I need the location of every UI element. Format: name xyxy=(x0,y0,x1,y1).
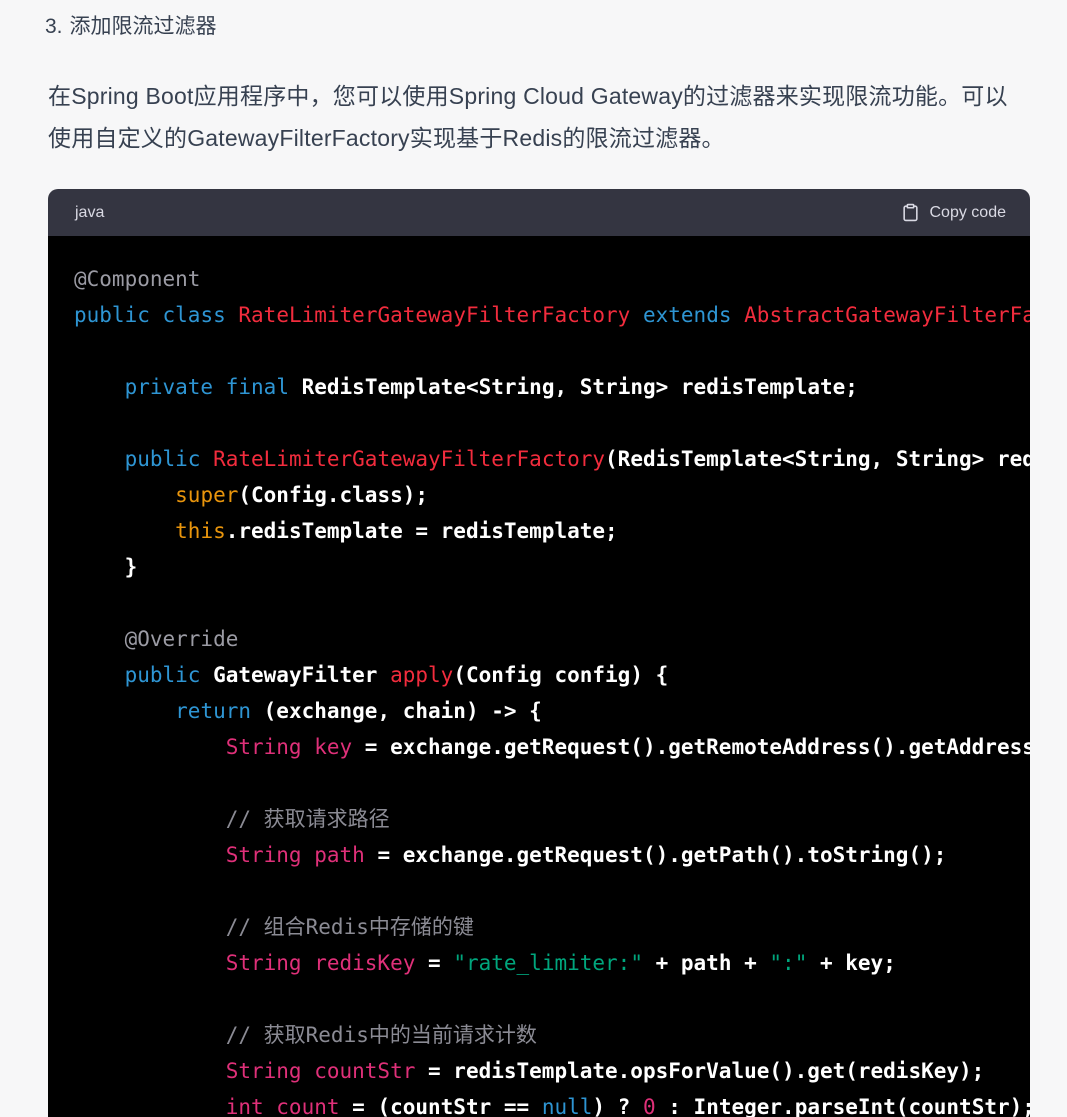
code-block-header: java Copy code xyxy=(48,189,1030,236)
code-content[interactable]: @Componentpublic class RateLimiterGatewa… xyxy=(48,236,1030,1117)
copy-code-label: Copy code xyxy=(930,204,1007,222)
code-line: @Component xyxy=(74,261,1030,297)
code-line: public GatewayFilter apply(Config config… xyxy=(74,657,1030,693)
code-line xyxy=(74,981,1030,1017)
code-line xyxy=(74,585,1030,621)
code-line: // 获取请求路径 xyxy=(74,801,1030,837)
code-block: java Copy code @Componentpublic class Ra… xyxy=(48,189,1030,1117)
heading-text: 添加限流过滤器 xyxy=(70,13,217,41)
code-line: int count = (countStr == null) ? 0 : Int… xyxy=(74,1089,1030,1117)
list-item-marker: 3. xyxy=(45,13,63,41)
code-line: // 获取Redis中的当前请求计数 xyxy=(74,1017,1030,1053)
code-language-label: java xyxy=(75,204,104,222)
list-item-heading: 3. 添加限流过滤器 xyxy=(45,13,1030,41)
code-line: String path = exchange.getRequest().getP… xyxy=(74,837,1030,873)
code-line: String countStr = redisTemplate.opsForVa… xyxy=(74,1053,1030,1089)
code-line: super(Config.class); xyxy=(74,477,1030,513)
code-line xyxy=(74,405,1030,441)
code-line: String key = exchange.getRequest().getRe… xyxy=(74,729,1030,765)
code-line: this.redisTemplate = redisTemplate; xyxy=(74,513,1030,549)
copy-code-button[interactable]: Copy code xyxy=(901,203,1007,222)
code-line xyxy=(74,765,1030,801)
code-line xyxy=(74,873,1030,909)
clipboard-icon xyxy=(901,203,920,222)
code-line: return (exchange, chain) -> { xyxy=(74,693,1030,729)
code-line: private final RedisTemplate<String, Stri… xyxy=(74,369,1030,405)
code-line: // 组合Redis中存储的键 xyxy=(74,909,1030,945)
paragraph: 在Spring Boot应用程序中，您可以使用Spring Cloud Gate… xyxy=(48,75,1030,159)
code-line: public class RateLimiterGatewayFilterFac… xyxy=(74,297,1030,333)
code-line: public RateLimiterGatewayFilterFactory(R… xyxy=(74,441,1030,477)
message-content: 3. 添加限流过滤器 在Spring Boot应用程序中，您可以使用Spring… xyxy=(0,0,1067,1117)
code-line: } xyxy=(74,549,1030,585)
code-line: @Override xyxy=(74,621,1030,657)
code-line: String redisKey = "rate_limiter:" + path… xyxy=(74,945,1030,981)
code-line xyxy=(74,333,1030,369)
